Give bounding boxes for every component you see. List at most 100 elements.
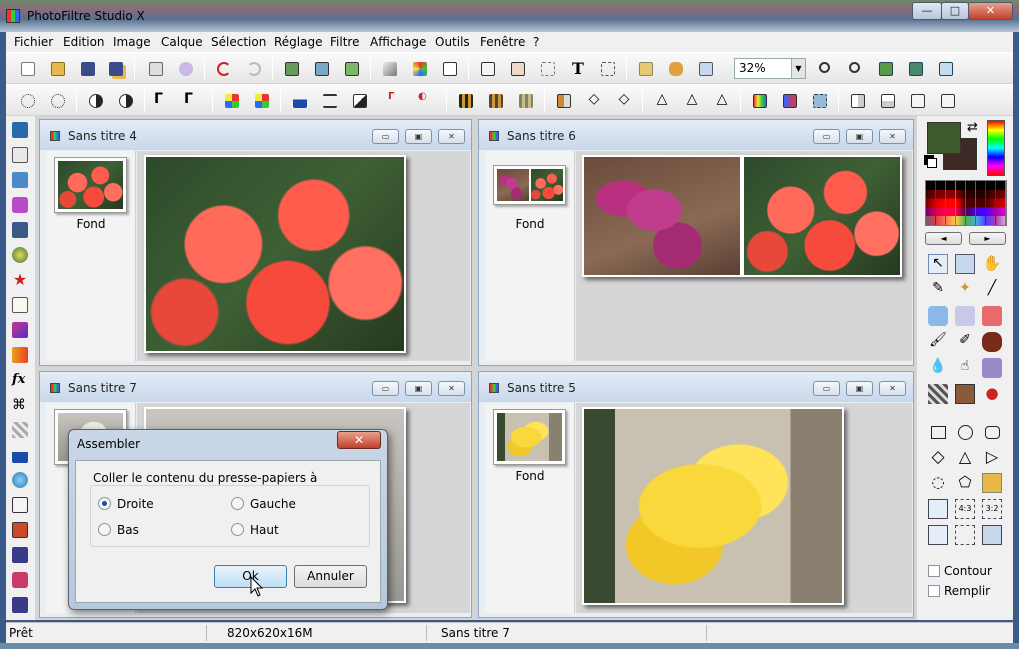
magic-transform-icon[interactable] <box>810 91 830 111</box>
image-size-icon[interactable] <box>478 59 498 79</box>
zoom-dropdown-icon[interactable]: ▼ <box>791 59 805 78</box>
minimize-icon[interactable]: ▭ <box>813 381 840 396</box>
magic-wand-icon[interactable]: ✦ <box>955 280 975 300</box>
restore-icon[interactable]: ▣ <box>405 129 432 144</box>
polygon-lasso-icon[interactable]: ⬠ <box>955 473 975 493</box>
calculator-icon[interactable] <box>12 122 28 138</box>
restore-icon[interactable]: ▣ <box>405 381 432 396</box>
canvas[interactable] <box>576 403 912 613</box>
sharpen-more-icon[interactable]: △ <box>712 91 732 111</box>
rotate-left-icon[interactable] <box>908 91 928 111</box>
reset-colors-icon[interactable] <box>927 158 937 168</box>
open-selection-icon[interactable] <box>982 473 1002 493</box>
save-icon[interactable] <box>78 59 98 79</box>
mosaic-icon[interactable] <box>486 91 506 111</box>
deform-icon[interactable] <box>982 358 1002 378</box>
saturation-up-icon[interactable] <box>252 91 272 111</box>
rectangle-shape-icon[interactable] <box>931 426 946 439</box>
settings-window-icon[interactable] <box>696 59 716 79</box>
canvas-size-icon[interactable] <box>508 59 528 79</box>
triangle-shape-icon[interactable]: △ <box>955 447 975 467</box>
globe-icon[interactable] <box>12 247 28 263</box>
copy-image-icon[interactable] <box>282 59 302 79</box>
menu-edition[interactable]: Edition <box>63 35 105 49</box>
blur-tool-icon[interactable]: 💧 <box>928 358 948 378</box>
radio-droite[interactable]: Droite <box>98 497 154 511</box>
fx-icon[interactable]: fx <box>12 372 28 388</box>
save-html-icon[interactable] <box>12 597 28 613</box>
fit-window-icon[interactable] <box>876 59 896 79</box>
layer-thumbnail[interactable] <box>493 409 566 465</box>
brightness-up-icon[interactable] <box>48 91 68 111</box>
clone-tool-icon[interactable] <box>955 384 975 404</box>
photo-red-camellia[interactable] <box>144 155 406 353</box>
radio-button-selected[interactable] <box>98 497 111 510</box>
gradient-icon[interactable] <box>750 91 770 111</box>
selection-tool-icon[interactable] <box>955 254 975 274</box>
close-icon[interactable]: ✕ <box>438 129 465 144</box>
color-palette[interactable] <box>925 180 1007 226</box>
minimize-icon[interactable]: ▭ <box>813 129 840 144</box>
palette-prev-icon[interactable]: ◄ <box>925 232 962 245</box>
transparency-icon[interactable] <box>440 59 460 79</box>
pointer-tool-icon[interactable]: ↖ <box>928 254 948 274</box>
paste-new-icon[interactable] <box>342 59 362 79</box>
flip-vertical-icon[interactable] <box>878 91 898 111</box>
close-button[interactable]: ✕ <box>968 2 1013 20</box>
menu-filtre[interactable]: Filtre <box>330 35 359 49</box>
color-adjust-icon[interactable] <box>780 91 800 111</box>
gamma-up-icon[interactable]: Γ <box>184 91 204 111</box>
restore-icon[interactable]: ▣ <box>846 381 873 396</box>
menu-help[interactable]: ? <box>533 35 539 49</box>
document-window-sans-titre-4[interactable]: Sans titre 4 ▭ ▣ ✕ Fond <box>39 119 472 366</box>
brush-icon[interactable]: 🖌 <box>928 332 948 352</box>
zoom-select[interactable]: 32% ▼ <box>734 58 806 79</box>
save-2000-icon[interactable] <box>12 547 28 563</box>
plugin-icon[interactable] <box>666 59 686 79</box>
sharpen-drop-icon[interactable]: ◇ <box>614 91 634 111</box>
print-icon[interactable] <box>146 59 166 79</box>
stamp-icon[interactable] <box>982 332 1002 352</box>
explorer-icon[interactable] <box>636 59 656 79</box>
menu-reglage[interactable]: Réglage <box>274 35 323 49</box>
save-as-icon[interactable] <box>106 59 126 79</box>
color-swatch-icon[interactable] <box>410 59 430 79</box>
grayscale-icon[interactable] <box>380 59 400 79</box>
cancel-button[interactable]: Annuler <box>294 565 367 588</box>
scanner-icon[interactable] <box>176 59 196 79</box>
advanced-brush-icon[interactable]: ✐ <box>955 332 975 352</box>
strawberry-icon[interactable]: ● <box>982 384 1002 404</box>
checkbox-box[interactable] <box>928 565 940 577</box>
pattern-tool-icon[interactable] <box>928 384 948 404</box>
new-file-icon[interactable] <box>18 59 38 79</box>
sphere-icon[interactable] <box>12 472 28 488</box>
eraser-icon[interactable] <box>982 306 1002 326</box>
texture-icon[interactable] <box>516 91 536 111</box>
levels-icon[interactable] <box>290 91 310 111</box>
menu-image[interactable]: Image <box>113 35 151 49</box>
monitor-icon[interactable] <box>12 172 28 188</box>
document-icon[interactable] <box>12 147 28 163</box>
pf-icon[interactable] <box>12 572 28 588</box>
lasso-icon[interactable]: ◌ <box>928 473 948 493</box>
gradient-orange-icon[interactable] <box>12 347 28 363</box>
auto-contrast-icon[interactable]: ◐ <box>418 91 438 111</box>
radio-button[interactable] <box>98 523 111 536</box>
fullscreen-icon[interactable] <box>936 59 956 79</box>
window-selection-icon[interactable] <box>982 525 1002 545</box>
vertical-selection-icon[interactable] <box>928 525 948 545</box>
radio-bas[interactable]: Bas <box>98 523 139 537</box>
document-window-sans-titre-5[interactable]: Sans titre 5 ▭ ▣ ✕ Fond <box>478 371 914 618</box>
camera-icon[interactable] <box>12 222 28 238</box>
menu-affichage[interactable]: Affichage <box>370 35 426 49</box>
book-icon[interactable] <box>12 497 28 513</box>
canvas[interactable] <box>137 151 470 361</box>
smudge-icon[interactable]: ☝ <box>955 358 975 378</box>
line-tool-icon[interactable]: ╱ <box>982 280 1002 300</box>
star-icon[interactable]: ★ <box>12 272 28 288</box>
radio-haut[interactable]: Haut <box>231 523 279 537</box>
pattern-icon[interactable] <box>12 422 28 438</box>
close-icon[interactable]: ✕ <box>879 129 906 144</box>
hand-tool-icon[interactable]: ✋ <box>982 254 1002 274</box>
selection-frame-icon[interactable] <box>928 499 948 519</box>
